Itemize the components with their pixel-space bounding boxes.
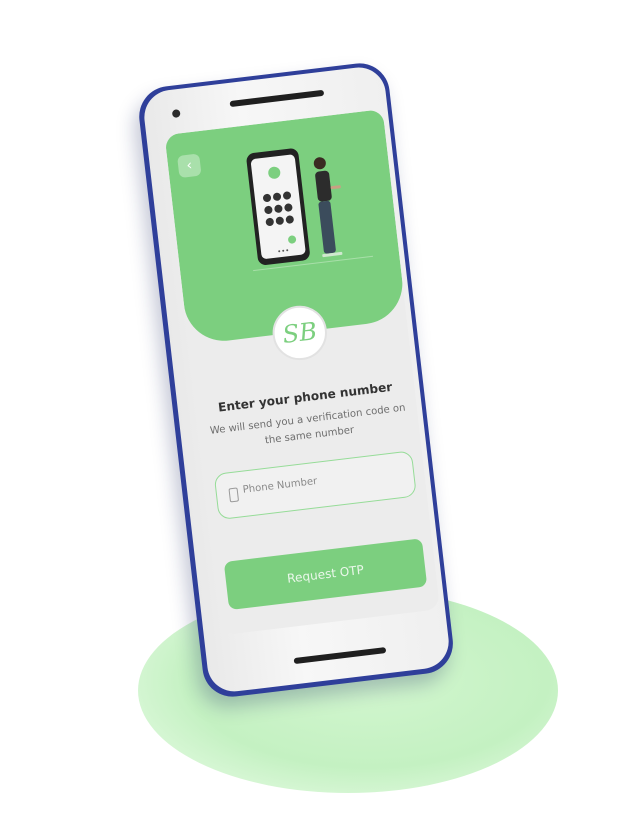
logo-text: SB [281,316,319,349]
back-button[interactable]: ‹ [177,153,202,179]
home-indicator [293,647,387,665]
phone-bezel: ‹ SB Enter your phone number We will sen… [141,64,452,695]
phone-mockup: ‹ SB Enter your phone number We will sen… [136,60,457,700]
phone-illustration [246,148,374,272]
phone-number-placeholder: Phone Number [242,475,318,496]
camera-icon [171,109,181,119]
chevron-left-icon: ‹ [185,157,194,175]
phone-number-input[interactable]: Phone Number [213,450,417,521]
request-otp-button[interactable]: Request OTP [223,538,428,611]
smartphone-icon [228,487,240,503]
speaker-grille [229,89,325,108]
scene: ‹ SB Enter your phone number We will sen… [0,0,631,832]
